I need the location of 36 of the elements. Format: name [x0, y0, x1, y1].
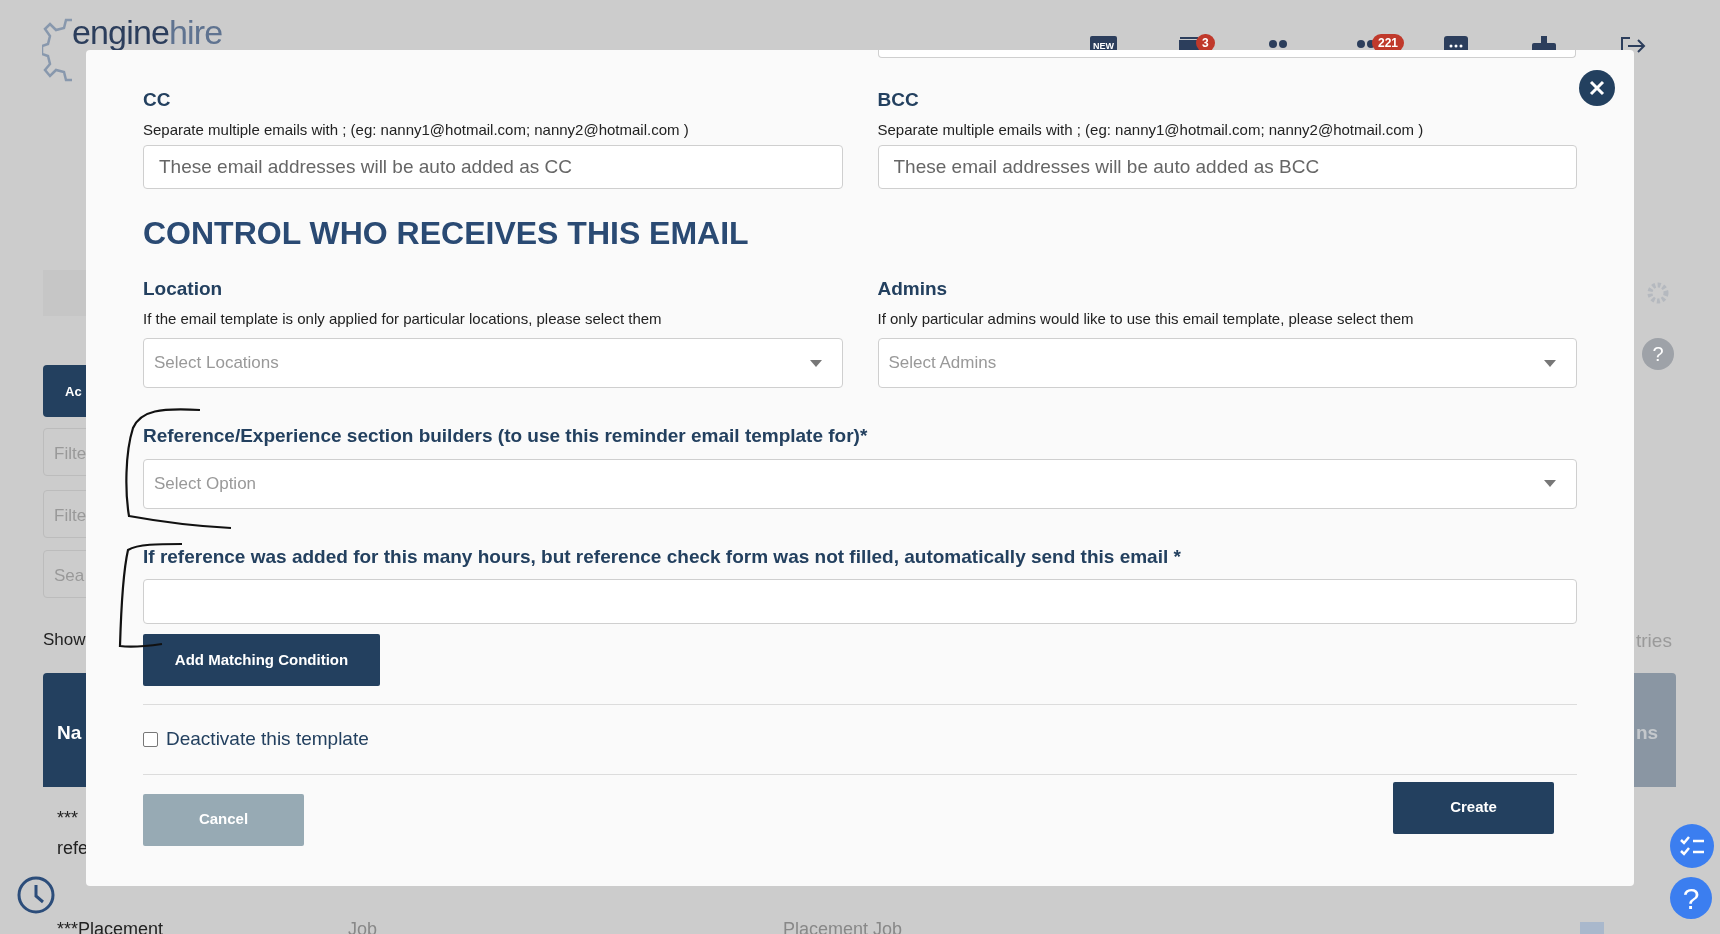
field-label: If reference was added for this many hours, but reference check form was not filled, automatically send this email * — [143, 544, 1182, 569]
help-icon[interactable]: ? — [1670, 877, 1712, 919]
field-hint: If only particular admins would like to use this email template, please select them — [877, 308, 1415, 329]
field-label: CC — [143, 88, 172, 112]
clock-icon[interactable] — [16, 875, 56, 915]
close-button[interactable] — [1579, 70, 1615, 106]
close-icon — [1589, 80, 1605, 96]
checkbox-label: Deactivate this template — [166, 727, 369, 751]
add-condition-button[interactable]: Add Matching Condition — [143, 634, 380, 686]
email-field[interactable]: These email addresses will be auto added as CC — [143, 145, 843, 189]
field-hint: Separate multiple emails with ; (eg: nanny1@hotmail.com; nanny2@hotmail.com ) — [143, 119, 690, 140]
field-label: Location — [143, 277, 224, 301]
hours-field[interactable] — [143, 579, 1577, 624]
table-cell-text: *** — [57, 807, 78, 830]
section-heading: CONTROL WHO RECEIVES THIS EMAIL — [143, 214, 750, 253]
field-hint: Separate multiple emails with ; (eg: nanny1@hotmail.com; nanny2@hotmail.com ) — [877, 119, 1425, 140]
show-entries-label: Show — [43, 629, 86, 651]
field-hint: If the email template is only applied for particular locations, please select them — [143, 308, 663, 329]
checkbox[interactable] — [143, 731, 158, 747]
caret-icon — [1544, 359, 1556, 367]
caret-icon — [1544, 480, 1556, 487]
field-label: Admins — [877, 277, 949, 301]
field-label: Reference/Experience section builders (to use this reminder email template for)* — [143, 424, 869, 448]
help-icon[interactable]: ? — [1642, 338, 1674, 370]
select-dropdown[interactable]: Select Locations — [143, 338, 843, 388]
select-dropdown[interactable]: Select Option — [143, 458, 1577, 509]
table-header: ns — [1634, 673, 1676, 787]
select-dropdown[interactable]: Select Admins — [877, 338, 1577, 388]
field-label: BCC — [877, 88, 920, 112]
checklist-icon[interactable] — [1670, 824, 1714, 868]
table-cell-text: refe — [57, 837, 89, 860]
create-button[interactable]: Create — [1393, 781, 1554, 834]
email-field[interactable]: These email addresses will be auto added as BCC — [877, 145, 1577, 189]
logo-text: enginehire — [72, 15, 223, 49]
caret-icon — [809, 359, 822, 367]
cancel-button[interactable]: Cancel — [143, 793, 304, 846]
